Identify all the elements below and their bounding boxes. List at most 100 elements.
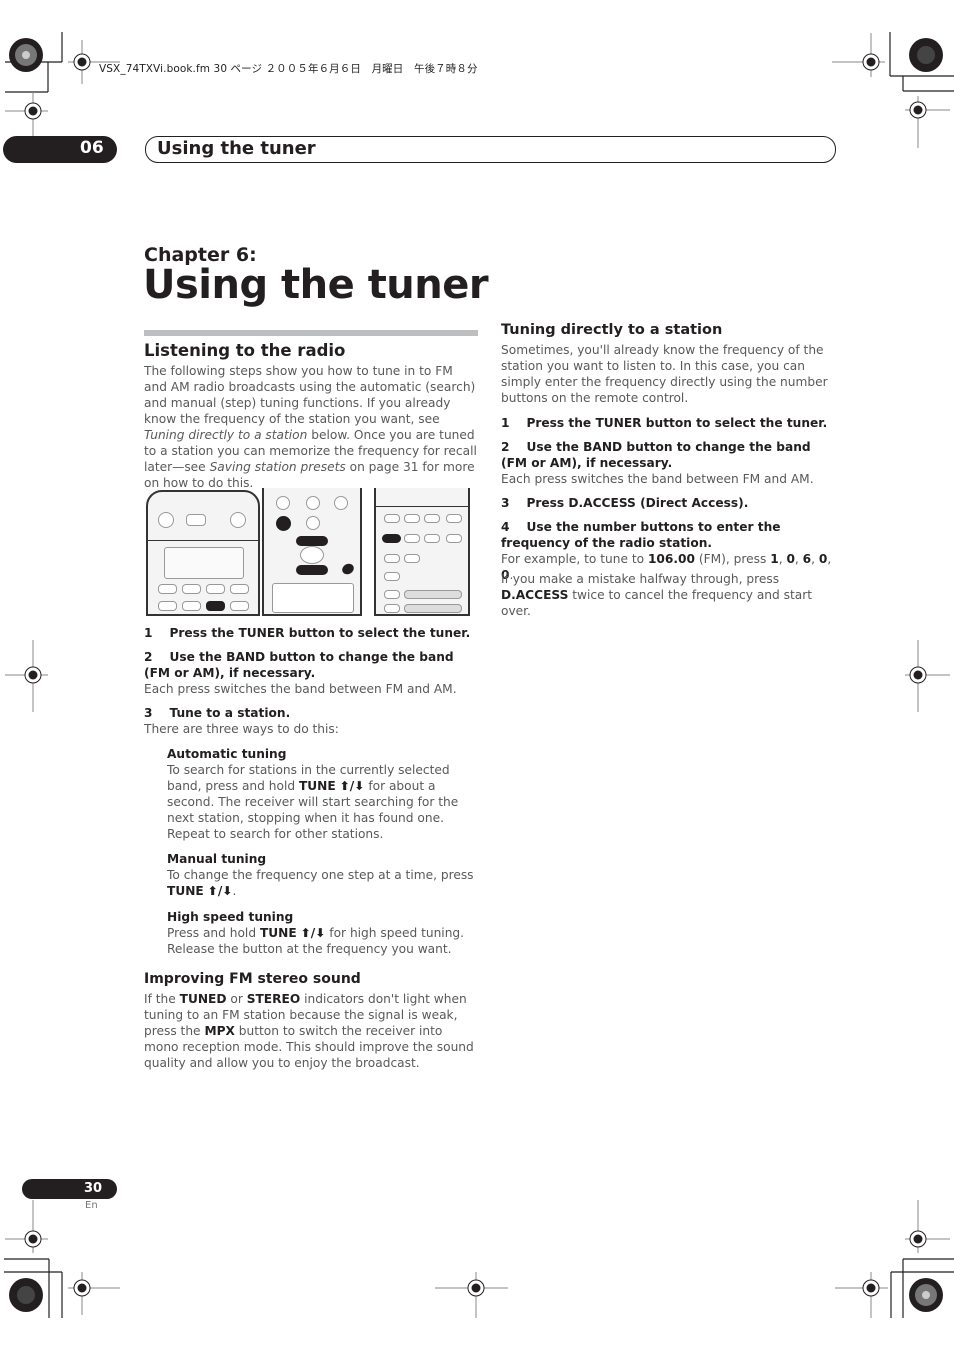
example-part: For example, to tune to — [501, 552, 648, 566]
intro-text: The following steps show you how to tune… — [144, 364, 476, 426]
mistake-note: If you make a mistake halfway through, p… — [501, 571, 837, 619]
section-title-listening: Listening to the radio — [144, 341, 346, 360]
separator: , — [794, 552, 803, 566]
digit: 6 — [802, 552, 812, 566]
d-access-button-highlight — [276, 516, 291, 531]
tune-key-label: TUNE — [259, 926, 297, 940]
status-button — [384, 572, 400, 581]
mute-button — [446, 514, 462, 523]
step-text: Press D.ACCESS (Direct Access). — [526, 496, 749, 510]
method-automatic-tuning: Automatic tuning To search for stations … — [167, 746, 479, 842]
video1-button — [206, 584, 225, 594]
remote-middle-section — [262, 488, 362, 616]
right-step-1: 1 Press the TUNER button to select the t… — [501, 415, 837, 431]
multi-ope-button — [384, 590, 400, 599]
pause-button — [404, 534, 420, 543]
sat-button — [182, 584, 201, 594]
mpx-button-highlight — [382, 534, 401, 543]
subtitle-button — [404, 554, 420, 563]
number-0-button — [306, 516, 320, 530]
example-part: (FM), press — [694, 552, 771, 566]
method-high-speed-tuning: High speed tuning Press and hold TUNE ⬆/… — [167, 909, 479, 957]
stereo-indicator-label: STEREO — [246, 992, 301, 1006]
intro-paragraph: The following steps show you how to tune… — [144, 363, 478, 491]
shift-button — [384, 604, 400, 613]
up-down-arrows-icon: ⬆/⬇ — [339, 779, 365, 793]
band-button-highlight — [340, 561, 356, 577]
right-step-2: 2 Use the BAND button to change the band… — [501, 439, 837, 487]
section-title-tuning-directly: Tuning directly to a station — [501, 322, 723, 338]
number-7-button — [276, 496, 290, 510]
tuner-button-highlight — [206, 601, 225, 611]
fm-stereo-paragraph: If the TUNED or STEREO indicators don't … — [144, 991, 478, 1071]
page-language: En — [85, 1200, 98, 1211]
section-title-fm-stereo: Improving FM stereo sound — [144, 971, 361, 987]
step-body: Each press switches the band between FM … — [144, 682, 457, 696]
play-button — [404, 514, 420, 523]
dvd-button — [158, 584, 177, 594]
d-access-key-label: D.ACCESS — [501, 588, 569, 602]
lcd-display — [164, 547, 244, 579]
fm-text: or — [226, 992, 247, 1006]
tune-key-label: TUNE — [167, 884, 204, 898]
method-manual-tuning: Manual tuning To change the frequency on… — [167, 851, 479, 899]
tuning-directly-intro: Sometimes, you'll already know the frequ… — [501, 343, 828, 405]
step-number: 2 — [501, 440, 510, 454]
ipod-button — [182, 601, 201, 611]
audio-button — [384, 554, 400, 563]
number-8-button — [306, 496, 320, 510]
enter-button — [300, 546, 324, 564]
step-number: 1 — [501, 416, 510, 430]
step-text: Use the number buttons to enter the freq… — [501, 520, 781, 550]
method-title: Automatic tuning — [167, 747, 287, 761]
rewind-button — [384, 514, 400, 523]
chapter-tab-title: Using the tuner — [157, 138, 316, 159]
method-text: . — [232, 884, 237, 898]
note-text: If you make a mistake halfway through, p… — [501, 572, 780, 586]
separator: , — [827, 552, 832, 566]
method-title: High speed tuning — [167, 910, 294, 924]
fast-forward-button — [424, 514, 440, 523]
separator: , — [811, 552, 819, 566]
left-step-1: 1 Press the TUNER button to select the t… — [144, 625, 478, 641]
step-number: 2 — [144, 650, 153, 664]
step-text: Press the TUNER button to select the tun… — [526, 416, 828, 430]
tune-up-button-highlight — [296, 536, 328, 546]
step-number: 3 — [144, 706, 153, 720]
phase-mcacc-direct-buttons — [404, 604, 462, 613]
remote-top-section — [146, 490, 260, 616]
left-step-3: 3 Tune to a station. There are three way… — [144, 705, 478, 737]
right-step-3: 3 Press D.ACCESS (Direct Access). — [501, 495, 837, 511]
mpx-key-label: MPX — [204, 1024, 235, 1038]
page-number: 30 — [84, 1181, 103, 1196]
up-down-arrows-icon: ⬆/⬇ — [207, 884, 233, 898]
step-text: Tune to a station. — [169, 706, 291, 720]
step-number: 3 — [501, 496, 510, 510]
tuned-indicator-label: TUNED — [179, 992, 227, 1006]
next-button — [446, 534, 462, 543]
remote-control-figure — [144, 488, 478, 616]
method-title: Manual tuning — [167, 852, 267, 866]
print-file-header: VSX_74TXVi.book.fm 30 ページ ２００５年６月６日 月曜日 … — [99, 63, 478, 75]
select-button — [186, 514, 206, 526]
receiver-button — [230, 601, 249, 611]
xref-tuning-directly: Tuning directly to a station — [144, 428, 308, 442]
xref-saving-presets: Saving station presets — [209, 460, 346, 474]
listening-mode-buttons — [404, 590, 462, 599]
section-divider — [144, 330, 478, 336]
dvr1-button — [158, 601, 177, 611]
step-body: There are three ways to do this: — [144, 722, 339, 736]
source-power-button — [230, 512, 246, 528]
tune-key-label: TUNE — [298, 779, 336, 793]
chapter-number: 06 — [80, 138, 104, 158]
step-number: 4 — [501, 520, 510, 534]
tvcont-button — [230, 584, 249, 594]
remote-bottom-section — [374, 488, 470, 616]
digit: 1 — [770, 552, 779, 566]
tv-control-panel — [272, 583, 354, 613]
method-text: To change the frequency one step at a ti… — [167, 868, 474, 882]
step-text: Press the TUNER button to select the tun… — [169, 626, 471, 640]
left-step-2: 2 Use the BAND button to change the band… — [144, 649, 478, 697]
stop-button — [424, 534, 440, 543]
digit: 0 — [786, 552, 795, 566]
